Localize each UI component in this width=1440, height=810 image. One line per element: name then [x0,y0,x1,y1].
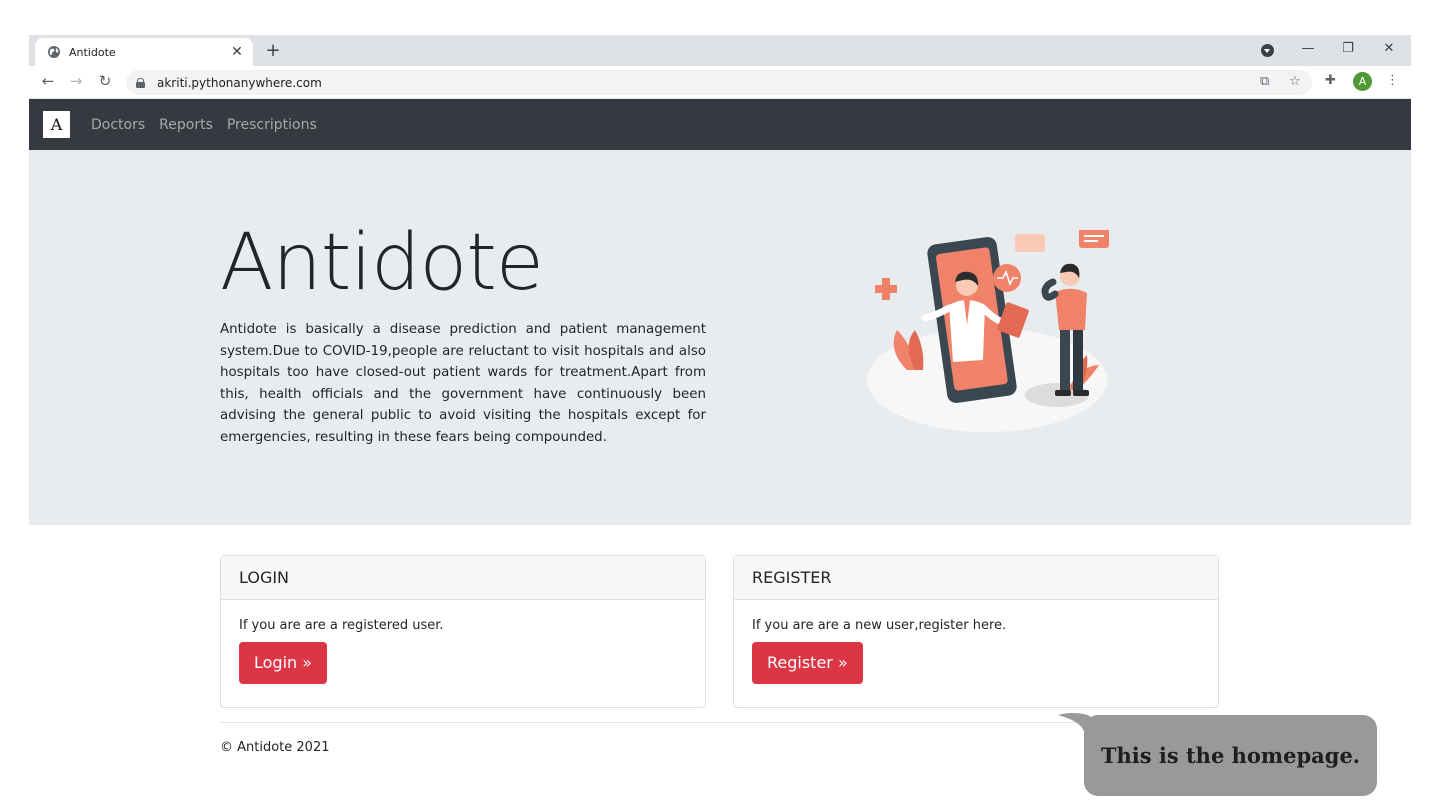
login-card-header: LOGIN [221,556,705,600]
restore-icon[interactable]: ❐ [1338,41,1358,56]
caption-text: This is the homepage. [1100,743,1361,768]
tab-title: Antidote [69,45,116,59]
url-text: akriti.pythonanywhere.com [157,75,322,90]
nav-link-reports[interactable]: Reports [159,117,213,133]
browser-toolbar: ← → ↻ akriti.pythonanywhere.com ⧉ ☆ ✚ A … [29,66,1411,99]
site-navbar: A Doctors Reports Prescriptions [29,99,1411,150]
close-window-icon[interactable]: ✕ [1379,41,1399,56]
lock-icon [136,77,145,88]
login-card-body: If you are are a registered user. Login … [221,600,705,702]
register-card: REGISTER If you are are a new user,regis… [733,555,1219,708]
hero-jumbotron: Antidote Antidote is basically a disease… [29,150,1411,525]
nav-link-doctors[interactable]: Doctors [91,117,145,133]
globe-icon [47,45,61,59]
login-card: LOGIN If you are are a registered user. … [220,555,706,708]
caption-bubble: This is the homepage. [1084,715,1377,796]
puzzle-icon[interactable]: ✚ [1325,73,1336,88]
star-icon[interactable]: ☆ [1289,74,1301,89]
hero-description: Antidote is basically a disease predicti… [220,322,706,445]
avatar[interactable]: A [1353,72,1372,91]
login-button[interactable]: Login » [239,642,328,684]
footer-copyright: © Antidote 2021 [220,740,330,755]
brand-logo[interactable]: A [43,111,70,138]
hero-title: Antidote [220,218,544,308]
screen: Antidote ✕ + — ❐ ✕ ← → ↻ akriti.pythonan… [0,0,1440,810]
address-bar[interactable]: akriti.pythonanywhere.com ⧉ ☆ [126,70,1312,95]
browser-window: Antidote ✕ + — ❐ ✕ ← → ↻ akriti.pythonan… [29,35,1411,525]
register-card-body: If you are are a new user,register here.… [734,600,1218,702]
nav-link-prescriptions[interactable]: Prescriptions [227,117,317,133]
tab-search-icon[interactable] [1261,44,1274,57]
reload-icon[interactable]: ↻ [95,72,115,90]
tab-close-icon[interactable]: ✕ [229,44,245,60]
register-button[interactable]: Register » [752,642,863,684]
arrow-right-icon[interactable]: → [66,72,86,90]
register-card-header: REGISTER [734,556,1218,600]
minimize-icon[interactable]: — [1298,41,1318,56]
arrow-left-icon[interactable]: ← [38,72,58,90]
translate-icon[interactable]: ⧉ [1260,74,1269,89]
telemedicine-illustration [867,228,1117,440]
new-tab-button[interactable]: + [263,40,283,61]
register-card-text: If you are are a new user,register here. [752,618,1007,633]
browser-tab[interactable]: Antidote ✕ [35,38,253,66]
login-card-text: If you are are a registered user. [239,618,444,633]
kebab-menu-icon[interactable]: ⋮ [1386,73,1399,88]
tab-strip: Antidote ✕ + — ❐ ✕ [29,35,1411,66]
